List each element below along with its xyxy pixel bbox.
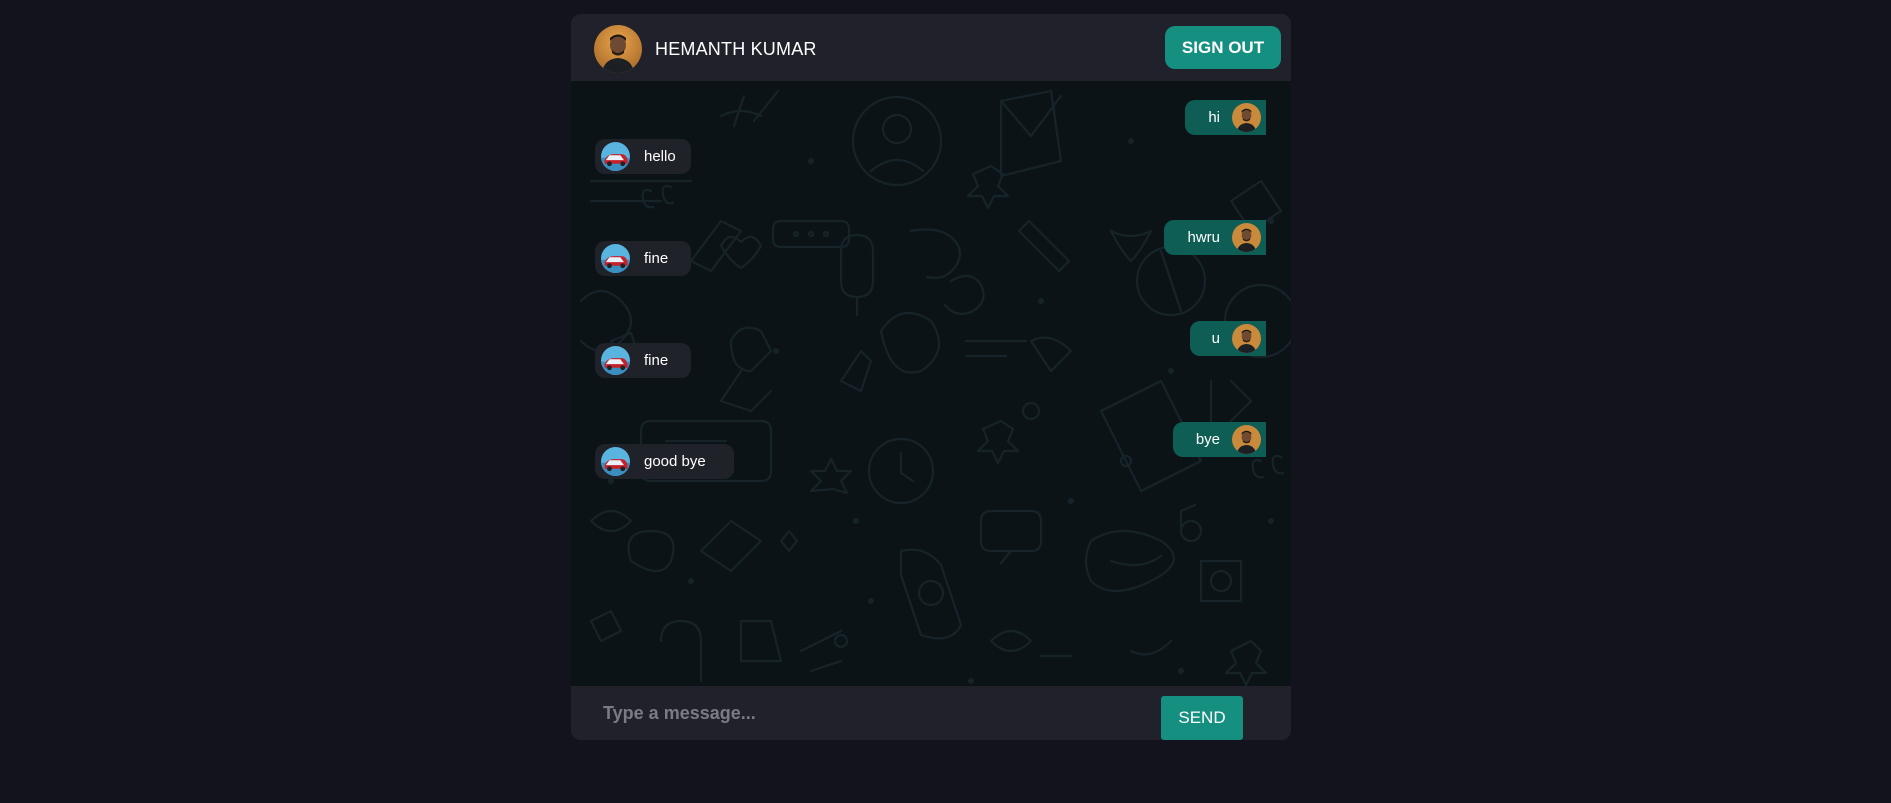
chat-app: HEMANTH KUMAR SIGN OUT hi hello hwru fin… — [571, 14, 1291, 740]
message-text: hi — [1208, 109, 1220, 126]
message-text: hello — [644, 148, 676, 165]
message-composer: SEND — [571, 686, 1291, 740]
message-text: good bye — [644, 453, 706, 470]
message-text: fine — [644, 352, 669, 369]
message-text: hwru — [1187, 229, 1220, 246]
sign-out-button[interactable]: SIGN OUT — [1165, 26, 1281, 69]
message-bubble-sent: u — [1190, 321, 1266, 356]
message-bubble-sent: hi — [1185, 100, 1266, 135]
message-bubble-sent: hwru — [1164, 220, 1266, 255]
message-input[interactable] — [591, 696, 1135, 730]
user-avatar-icon — [1232, 324, 1261, 353]
message-text: fine — [644, 250, 669, 267]
message-bubble-received: good bye — [595, 444, 734, 479]
message-list[interactable]: hi hello hwru fine u fine bye good bye — [571, 81, 1291, 686]
contact-avatar-icon — [601, 142, 630, 171]
message-bubble-received: fine — [595, 343, 691, 378]
message-bubble-received: fine — [595, 241, 691, 276]
message-text: bye — [1195, 431, 1220, 448]
message-text: u — [1211, 330, 1220, 347]
chat-header: HEMANTH KUMAR SIGN OUT — [571, 14, 1291, 81]
message-bubble-sent: bye — [1173, 422, 1266, 457]
send-button[interactable]: SEND — [1161, 696, 1243, 740]
user-avatar-icon — [1232, 223, 1261, 252]
contact-avatar-icon — [601, 346, 630, 375]
contact-avatar-icon — [601, 447, 630, 476]
user-name: HEMANTH KUMAR — [655, 39, 817, 59]
user-avatar-icon — [594, 25, 642, 73]
user-avatar-icon — [1232, 103, 1261, 132]
contact-avatar-icon — [601, 244, 630, 273]
user-avatar-icon — [1232, 425, 1261, 454]
message-bubble-received: hello — [595, 139, 691, 174]
